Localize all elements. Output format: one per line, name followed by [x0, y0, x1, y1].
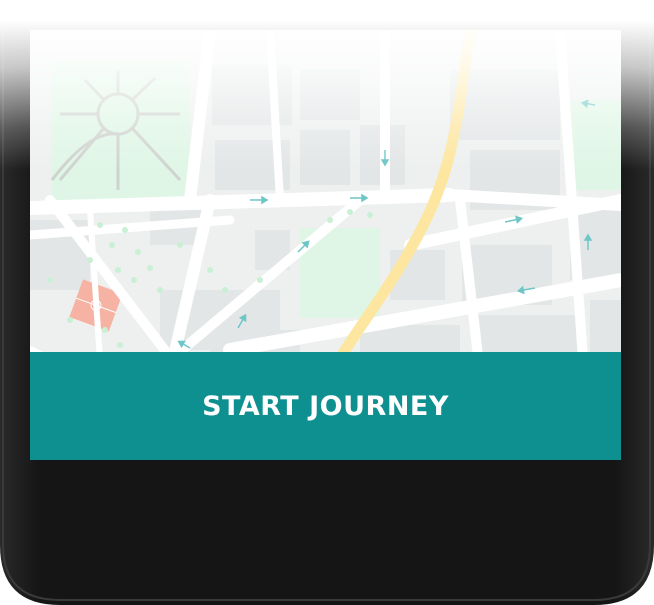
park-area-right: [570, 100, 621, 190]
park-area: [50, 60, 190, 210]
app-stage: START JOURNEY: [0, 0, 654, 605]
start-journey-button[interactable]: START JOURNEY: [30, 352, 621, 460]
